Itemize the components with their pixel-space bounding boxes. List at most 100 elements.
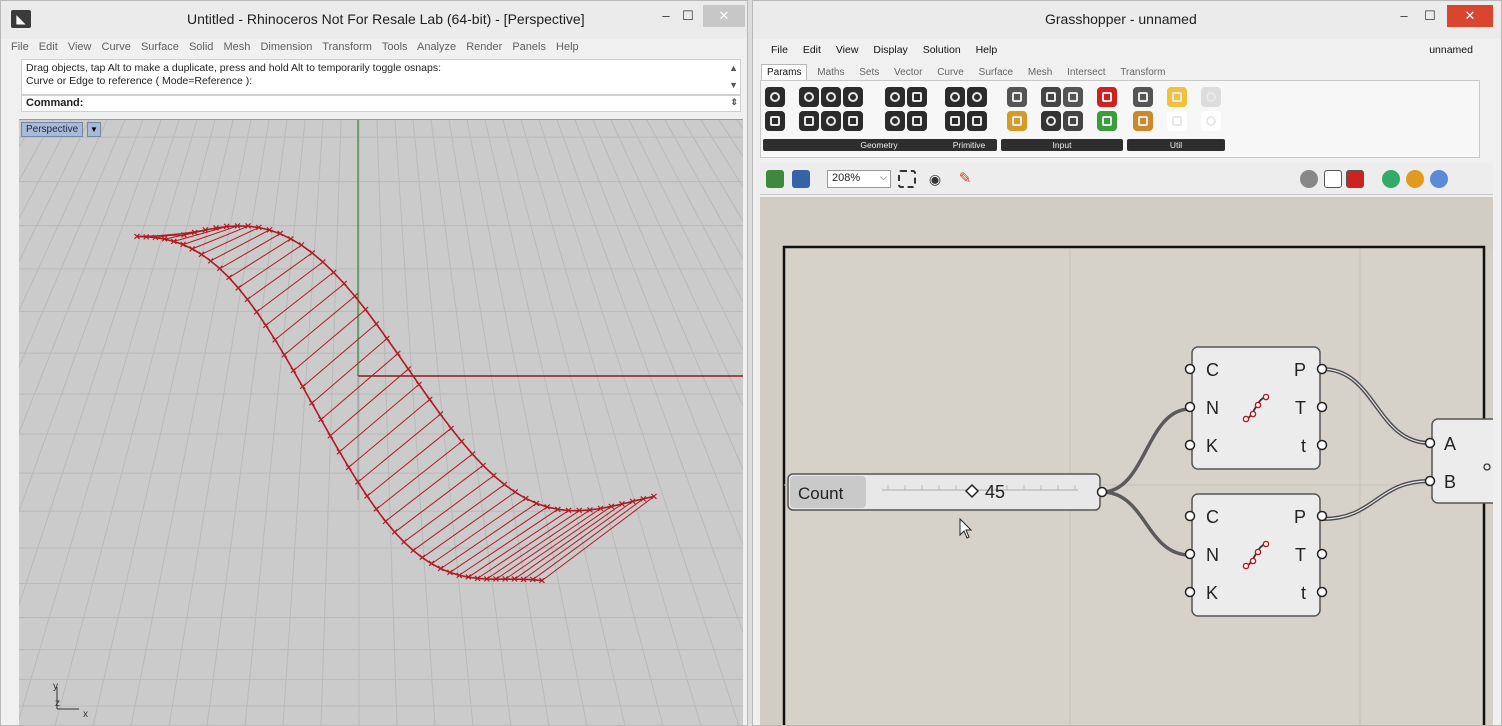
input-grip[interactable] — [1184, 510, 1196, 522]
zoom-dropdown[interactable]: 208% ⌵ — [827, 170, 891, 188]
value-list-icon[interactable] — [1063, 111, 1083, 131]
point-param-icon[interactable] — [885, 111, 905, 131]
menu-solid[interactable]: Solid — [189, 41, 213, 53]
input-grip[interactable] — [1184, 363, 1196, 375]
viewport-canvas[interactable]: × × × × × × × × × × ××××××××××××××××××××××× × × × × × × ×… — [19, 120, 743, 725]
gh-menu-solution[interactable]: Solution — [923, 44, 961, 56]
shaded-preview-icon[interactable] — [1346, 170, 1364, 188]
menu-curve[interactable]: Curve — [102, 41, 131, 53]
input-grip[interactable] — [1184, 548, 1196, 560]
graph-mapper-icon[interactable] — [1097, 111, 1117, 131]
input-grip[interactable] — [1184, 439, 1196, 451]
tab-transform[interactable]: Transform — [1115, 65, 1170, 80]
menu-dimension[interactable]: Dimension — [260, 41, 312, 53]
gh-menu-view[interactable]: View — [836, 44, 859, 56]
menu-edit[interactable]: Edit — [39, 41, 58, 53]
eye-icon[interactable]: ◉ — [926, 170, 944, 188]
viewport-title-tab[interactable]: Perspective — [21, 122, 84, 137]
vector-param-icon[interactable] — [907, 111, 927, 131]
tab-mesh[interactable]: Mesh — [1023, 65, 1057, 80]
menu-mesh[interactable]: Mesh — [223, 41, 250, 53]
input-grip[interactable] — [1424, 437, 1436, 449]
maximize-icon[interactable]: ☐ — [681, 5, 695, 27]
surface-param-icon[interactable] — [821, 111, 841, 131]
output-grip[interactable] — [1316, 586, 1328, 598]
output-grip[interactable] — [1316, 363, 1328, 375]
gh-menu-help[interactable]: Help — [976, 44, 998, 56]
colour-swatch-icon[interactable] — [1097, 87, 1117, 107]
rhino-titlebar[interactable]: ◣ Untitled - Rhinoceros Not For Resale L… — [1, 1, 747, 39]
open-file-icon[interactable] — [766, 170, 784, 188]
save-file-icon[interactable] — [792, 170, 810, 188]
close-icon[interactable]: ✕ — [1447, 5, 1493, 27]
output-grip[interactable] — [1316, 510, 1328, 522]
menu-tools[interactable]: Tools — [382, 41, 408, 53]
scroll-down-icon[interactable]: ▼ — [729, 79, 738, 92]
tab-sets[interactable]: Sets — [854, 65, 884, 80]
plane-param-icon[interactable] — [885, 87, 905, 107]
sketch-icon[interactable]: ✎ — [956, 170, 974, 188]
selected-preview-icon[interactable] — [1382, 170, 1400, 188]
preview-off-icon[interactable] — [1300, 170, 1318, 188]
minimize-icon[interactable]: – — [659, 5, 673, 27]
slider-input-icon[interactable] — [1063, 87, 1083, 107]
input-grip[interactable] — [1184, 401, 1196, 413]
menu-analyze[interactable]: Analyze — [417, 41, 456, 53]
text-param-icon[interactable] — [967, 111, 987, 131]
viewport-menu-arrow-icon[interactable]: ▼ — [87, 122, 101, 137]
colour-icon[interactable] — [1406, 170, 1424, 188]
zoom-extents-icon[interactable] — [898, 170, 916, 188]
output-grip[interactable] — [1316, 548, 1328, 560]
perspective-viewport[interactable]: × × × × × × × × × × × × × × × × × × × × × × × × × × × × × × × × × × × × × × × ×… — [19, 119, 743, 725]
tab-intersect[interactable]: Intersect — [1062, 65, 1110, 80]
gh-titlebar[interactable]: Grasshopper - unnamed – ☐ ✕ — [753, 1, 1501, 39]
tab-surface[interactable]: Surface — [974, 65, 1018, 80]
group-primitive[interactable]: Primitive — [941, 139, 997, 151]
brep-param-icon[interactable] — [765, 111, 785, 131]
maximize-icon[interactable]: ☐ — [1423, 5, 1437, 27]
save-data-icon[interactable] — [1041, 87, 1061, 107]
panel-param-icon[interactable] — [1007, 87, 1027, 107]
group-util[interactable]: Util — [1127, 139, 1225, 151]
menu-panels[interactable]: Panels — [512, 41, 546, 53]
curve-param-icon[interactable] — [821, 87, 841, 107]
menu-help[interactable]: Help — [556, 41, 579, 53]
twisted-box-param-icon[interactable] — [907, 87, 927, 107]
tab-params[interactable]: Params — [761, 64, 808, 80]
wireframe-preview-icon[interactable] — [1324, 170, 1342, 188]
circle-param-icon[interactable] — [799, 87, 819, 107]
input-grip[interactable] — [1184, 586, 1196, 598]
box-param-icon[interactable] — [799, 111, 819, 131]
scribble-icon[interactable] — [1167, 111, 1187, 131]
scroll-up-icon[interactable]: ▲ — [729, 62, 738, 75]
output-grip[interactable] — [1316, 439, 1328, 451]
gh-canvas[interactable]: Count 45 C N K P Tt C N K P Tt A B — [760, 197, 1493, 726]
line-component-partial[interactable] — [1431, 418, 1493, 504]
input-grip[interactable] — [1424, 475, 1436, 487]
number-param-icon[interactable] — [967, 87, 987, 107]
menu-transform[interactable]: Transform — [322, 41, 372, 53]
geometry-param-icon[interactable] — [765, 87, 785, 107]
mesh-param-icon[interactable] — [843, 87, 863, 107]
globe-icon[interactable] — [1430, 170, 1448, 188]
cluster-icon[interactable] — [1133, 87, 1153, 107]
output-grip[interactable] — [1096, 486, 1108, 498]
definition-canvas[interactable]: Count 45CNKPTtCNKPTtAB — [760, 197, 1493, 726]
output-grip[interactable] — [1316, 401, 1328, 413]
menu-surface[interactable]: Surface — [141, 41, 179, 53]
command-prompt[interactable]: Command: ⇕ — [21, 95, 741, 112]
group-input[interactable]: Input — [1001, 139, 1123, 151]
galapagos-icon[interactable] — [1201, 87, 1221, 107]
menu-view[interactable]: View — [68, 41, 92, 53]
spin-icon[interactable]: ⇕ — [730, 97, 738, 108]
close-icon[interactable]: ✕ — [703, 5, 745, 27]
tab-curve[interactable]: Curve — [932, 65, 969, 80]
menu-render[interactable]: Render — [466, 41, 502, 53]
menu-file[interactable]: File — [11, 41, 29, 53]
line-param-icon[interactable] — [843, 111, 863, 131]
command-history[interactable]: Drag objects, tap Alt to make a duplicat… — [21, 59, 741, 95]
group-panel-icon[interactable] — [1167, 87, 1187, 107]
tab-maths[interactable]: Maths — [812, 65, 849, 80]
boolean-param-icon[interactable] — [945, 87, 965, 107]
gh-menu-edit[interactable]: Edit — [803, 44, 821, 56]
